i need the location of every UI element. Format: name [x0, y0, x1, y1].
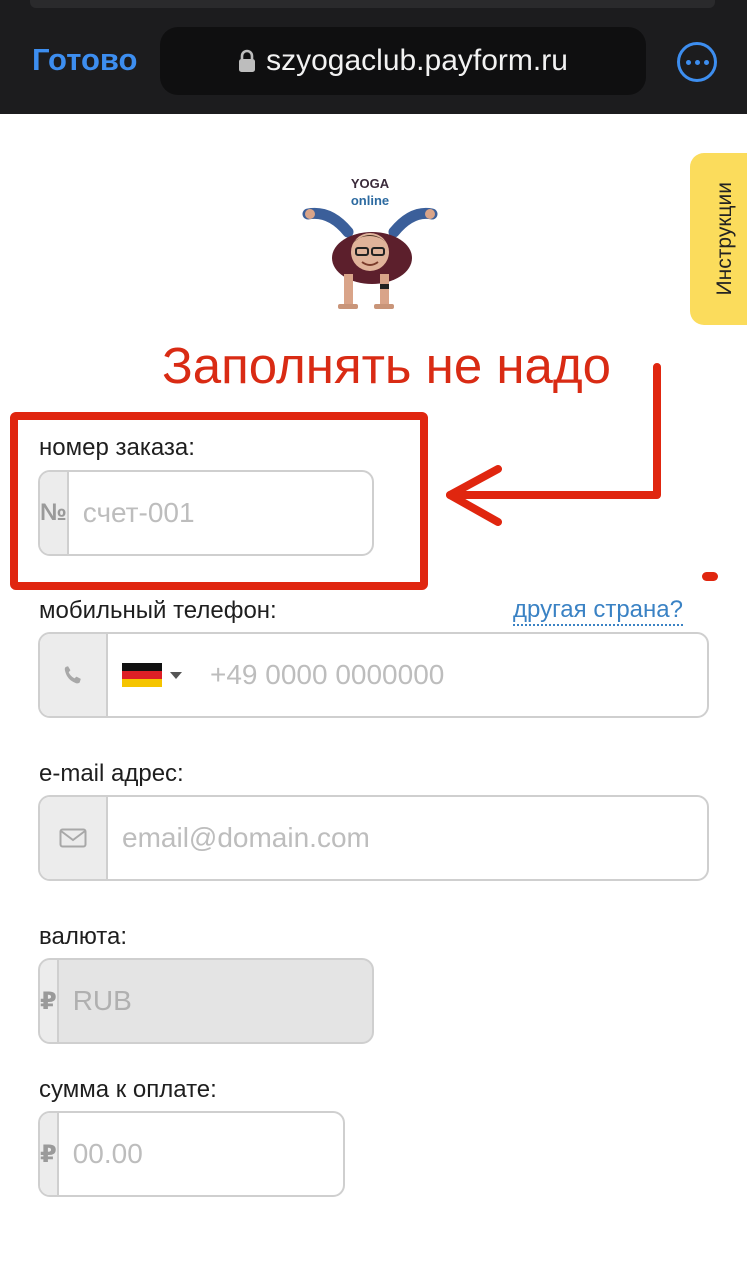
other-country-link[interactable]: другая страна? — [513, 596, 683, 626]
number-sign-icon: № — [40, 472, 69, 554]
order-number-label: номер заказа: — [39, 434, 195, 461]
currency-field: ₽ — [38, 958, 374, 1044]
yoga-logo: YOGA online — [300, 170, 440, 315]
yoga-person-illustration — [302, 207, 438, 309]
done-button[interactable]: Готово — [32, 42, 138, 78]
email-label: e-mail адрес: — [39, 760, 184, 787]
caret-down-icon — [170, 671, 182, 679]
browser-toolbar: Готово szyogaclub.payform.ru — [0, 0, 747, 114]
address-bar[interactable]: szyogaclub.payform.ru — [160, 27, 646, 95]
country-selector[interactable] — [108, 634, 196, 716]
phone-input[interactable] — [196, 634, 707, 716]
annotation-text: Заполнять не надо — [162, 337, 612, 394]
email-field — [38, 795, 709, 881]
amount-input[interactable] — [58, 1113, 343, 1195]
envelope-icon — [40, 797, 108, 879]
phone-field — [38, 632, 709, 718]
germany-flag-icon — [122, 663, 162, 687]
toolbar-edge — [30, 0, 715, 8]
lock-icon — [238, 49, 256, 73]
ruble-icon: ₽ — [40, 1113, 59, 1195]
amount-label: сумма к оплате: — [39, 1076, 217, 1103]
phone-icon — [40, 634, 108, 716]
phone-label: мобильный телефон: — [39, 597, 277, 624]
ruble-icon: ₽ — [40, 960, 59, 1042]
currency-label: валюта: — [39, 923, 128, 950]
instructions-tab[interactable]: Инструкции — [690, 153, 747, 325]
instructions-tab-label: Инструкции — [713, 182, 736, 296]
currency-input — [58, 960, 372, 1042]
url-text: szyogaclub.payform.ru — [266, 44, 568, 77]
email-input[interactable] — [108, 797, 707, 879]
order-number-input[interactable] — [68, 472, 372, 554]
order-number-field: № — [38, 470, 374, 556]
more-options-icon[interactable] — [677, 42, 717, 82]
amount-field: ₽ — [38, 1111, 345, 1197]
annotation-dot — [702, 572, 718, 581]
